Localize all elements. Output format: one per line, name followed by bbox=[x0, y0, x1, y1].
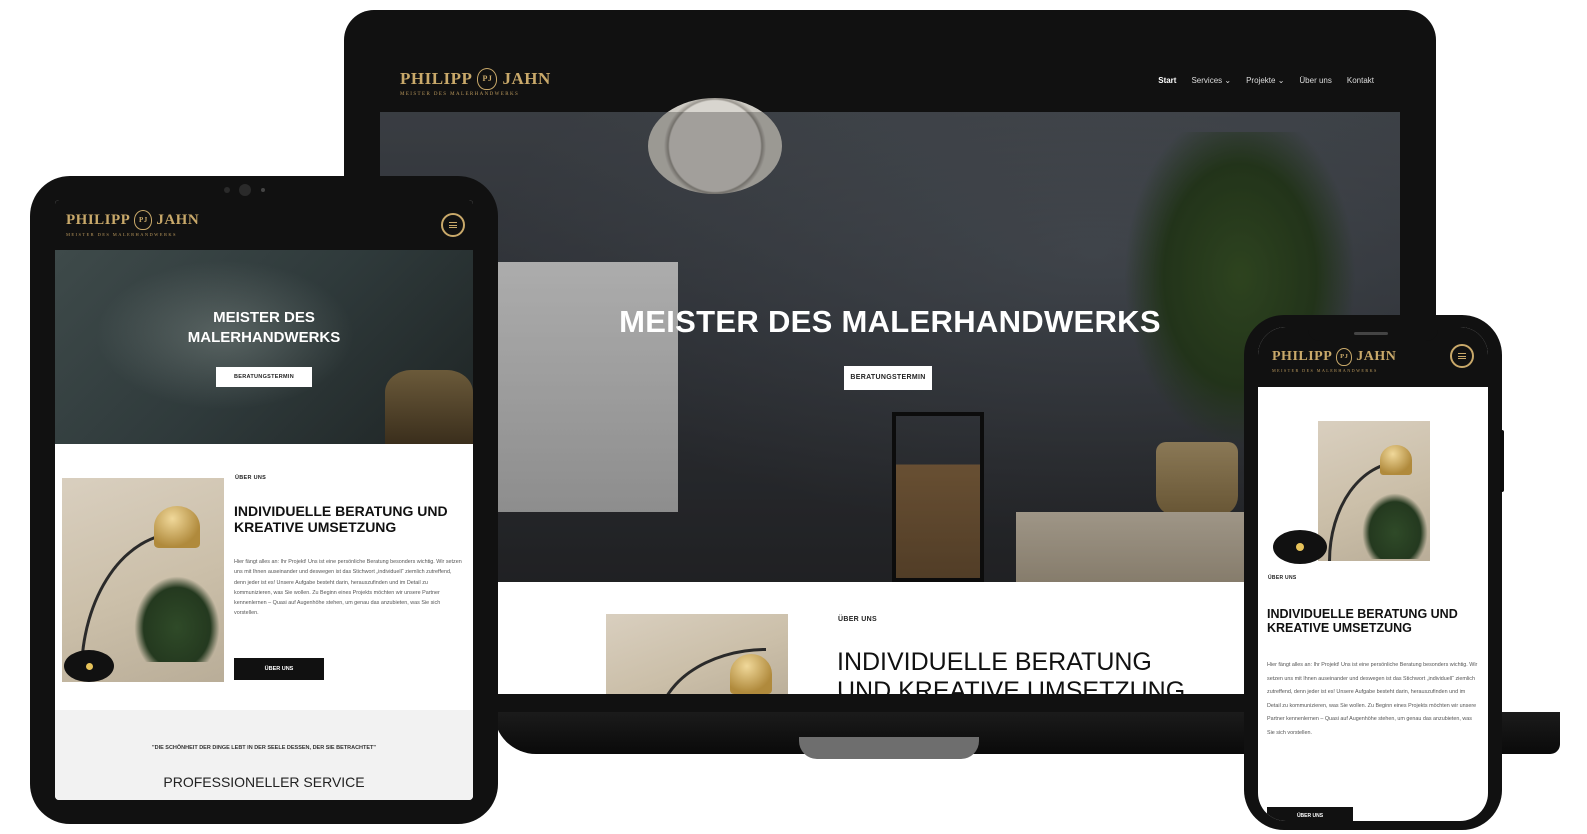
phone-about-button[interactable]: ÜBER UNS bbox=[1267, 807, 1353, 821]
nav-item-kontakt[interactable]: Kontakt bbox=[1347, 76, 1374, 85]
logo-name-right: JAHN bbox=[502, 69, 551, 88]
site-logo[interactable]: PHILIPP PJ JAHN MEISTER DES MALERHANDWER… bbox=[1272, 348, 1396, 373]
tablet-sensor-icon bbox=[224, 187, 230, 193]
phone-site-header: PHILIPP PJ JAHN MEISTER DES MALERHANDWER… bbox=[1258, 327, 1488, 387]
hamburger-menu-icon[interactable] bbox=[441, 213, 465, 237]
tablet-sensor-icon bbox=[261, 188, 265, 192]
site-logo[interactable]: PHILIPP PJ JAHN MEISTER DES MALERHANDWER… bbox=[66, 210, 199, 237]
laptop-trackpad-notch bbox=[799, 737, 979, 759]
tablet-camera-icon bbox=[239, 184, 251, 196]
tablet-hero-title: MEISTER DES MALERHANDWERKS bbox=[187, 309, 341, 346]
tablet-about-eyebrow: ÜBER UNS bbox=[235, 475, 267, 481]
main-nav: Start Services ⌄ Projekte ⌄ Über uns Kon… bbox=[1158, 76, 1374, 85]
about-heading: INDIVIDUELLE BERATUNG UND KREATIVE UMSET… bbox=[837, 648, 1186, 694]
phone-about-body: Hier fängt alles an: Ihr Projekt! Uns is… bbox=[1267, 662, 1478, 736]
plant-image bbox=[134, 576, 220, 662]
tablet-hero-cta-button[interactable]: BERATUNGSTERMIN bbox=[216, 367, 312, 387]
brass-decor-image bbox=[385, 370, 473, 444]
record-disc-icon bbox=[1273, 530, 1327, 564]
logo-name-left: PHILIPP bbox=[400, 69, 473, 88]
tablet-site-header: PHILIPP PJ JAHN MEISTER DES MALERHANDWER… bbox=[55, 200, 473, 250]
tablet-about-body: Hier fängt alles an: Ihr Projekt! Uns is… bbox=[234, 559, 462, 617]
lamp-shade bbox=[730, 654, 772, 694]
lamp-shade bbox=[1380, 445, 1412, 475]
quote-text: "DIE SCHÖNHEIT DER DINGE LEBT IN DER SEE… bbox=[151, 745, 377, 751]
tablet-quote-section: "DIE SCHÖNHEIT DER DINGE LEBT IN DER SEE… bbox=[55, 710, 473, 800]
hero-title: MEISTER DES MALERHANDWERKS bbox=[619, 304, 1161, 339]
logo-crest-icon: PJ bbox=[1336, 348, 1353, 366]
tablet-about-button[interactable]: ÜBER UNS bbox=[234, 658, 324, 680]
about-lamp-image bbox=[606, 614, 788, 694]
lamp-shade bbox=[154, 506, 200, 548]
site-header: PHILIPP PJ JAHN MEISTER DES MALERHANDWER… bbox=[380, 56, 1400, 112]
nav-item-start[interactable]: Start bbox=[1158, 76, 1176, 85]
phone-about-eyebrow: ÜBER UNS bbox=[1268, 575, 1297, 581]
record-disc-icon bbox=[64, 650, 114, 682]
service-heading: PROFESSIONELLER SERVICE bbox=[163, 774, 365, 790]
nav-item-projekte[interactable]: Projekte ⌄ bbox=[1246, 76, 1284, 85]
logo-crest-icon: PJ bbox=[134, 210, 153, 230]
chevron-down-icon: ⌄ bbox=[1224, 76, 1232, 85]
phone-about-heading: INDIVIDUELLE BERATUNG UND KREATIVE UMSET… bbox=[1267, 607, 1458, 636]
logo-crest-icon: PJ bbox=[477, 68, 498, 90]
site-logo[interactable]: PHILIPP PJ JAHN MEISTER DES MALERHANDWER… bbox=[400, 68, 551, 97]
plant-image bbox=[1362, 493, 1428, 559]
hamburger-menu-icon[interactable] bbox=[1450, 344, 1474, 368]
nav-item-services[interactable]: Services ⌄ bbox=[1191, 76, 1231, 85]
tablet-about-lamp-image bbox=[62, 478, 224, 682]
phone-side-button bbox=[1500, 430, 1504, 492]
about-eyebrow: ÜBER UNS bbox=[838, 616, 877, 623]
tablet-about-heading: INDIVIDUELLE BERATUNG UND KREATIVE UMSET… bbox=[234, 503, 448, 536]
phone-screen: PHILIPP PJ JAHN MEISTER DES MALERHANDWER… bbox=[1258, 327, 1488, 821]
logo-tagline: MEISTER DES MALERHANDWERKS bbox=[400, 92, 520, 97]
chevron-down-icon: ⌄ bbox=[1277, 76, 1285, 85]
phone-about-lamp-image bbox=[1318, 421, 1430, 561]
nav-item-ueber-uns[interactable]: Über uns bbox=[1299, 76, 1331, 85]
tablet-screen: PHILIPP PJ JAHN MEISTER DES MALERHANDWER… bbox=[55, 200, 473, 800]
tablet-hero-section: MEISTER DES MALERHANDWERKS BERATUNGSTERM… bbox=[55, 250, 473, 444]
hero-cta-button[interactable]: BERATUNGSTERMIN bbox=[844, 366, 932, 390]
phone-speaker-icon bbox=[1354, 332, 1388, 335]
